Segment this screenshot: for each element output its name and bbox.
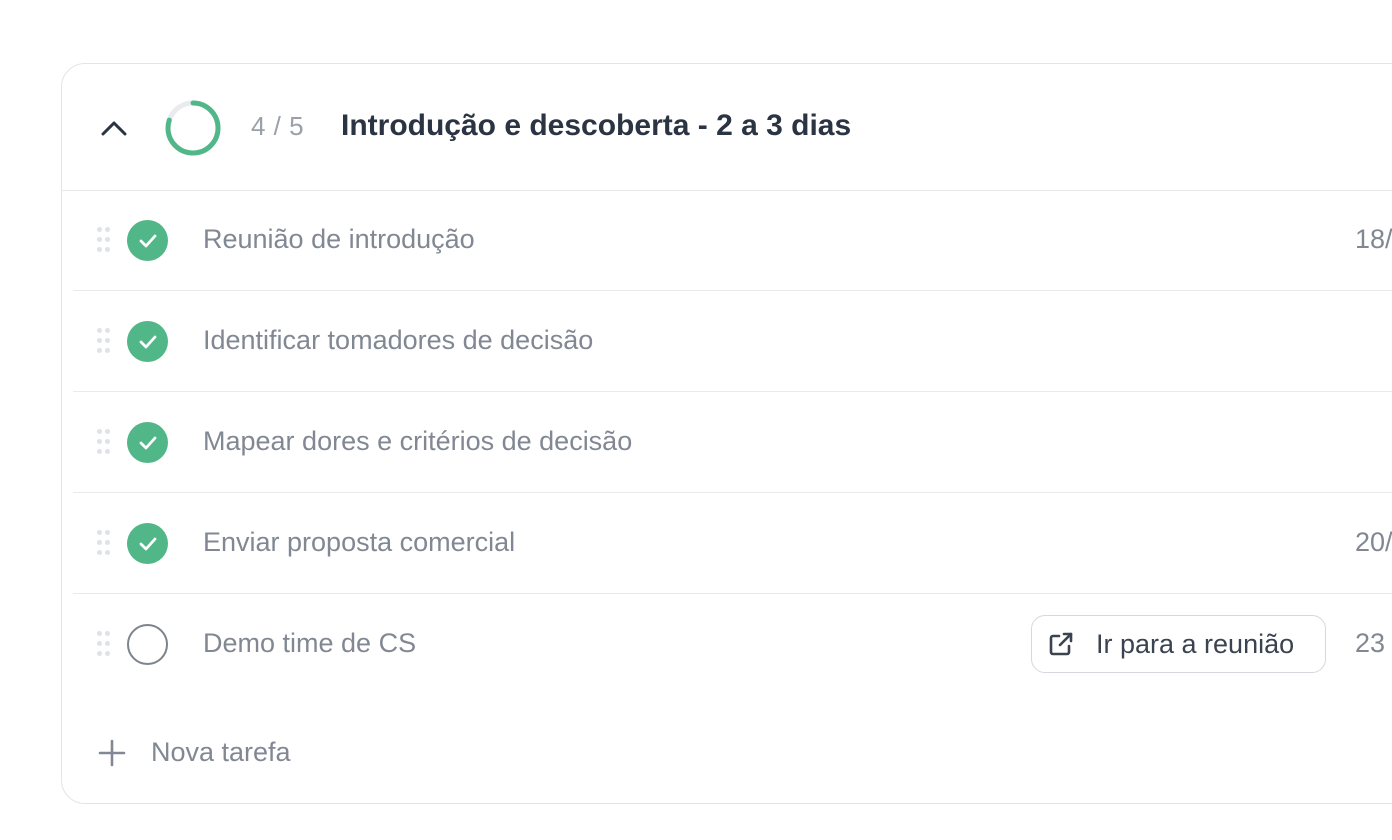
chevron-up-icon <box>101 121 127 136</box>
task-date: 23 <box>1355 628 1386 658</box>
task-checkbox[interactable] <box>127 422 168 463</box>
task-list: Reunião de introdução 18/ Identificar to… <box>73 190 1392 695</box>
checkmark-icon <box>139 234 156 247</box>
drag-handle-icon[interactable] <box>97 530 111 556</box>
task-row[interactable]: Identificar tomadores de decisão <box>73 291 1392 392</box>
task-checkbox[interactable] <box>127 321 168 362</box>
drag-handle-icon[interactable] <box>97 631 111 657</box>
go-to-meeting-label: Ir para a reunião <box>1096 629 1295 659</box>
drag-handle-icon[interactable] <box>97 429 111 455</box>
task-checkbox[interactable] <box>127 220 168 261</box>
checkmark-icon <box>139 335 156 348</box>
go-to-meeting-button[interactable]: Ir para a reunião <box>1031 615 1326 673</box>
task-row[interactable]: Demo time de CS Ir para a reunião 23 <box>73 594 1392 695</box>
task-checkbox[interactable] <box>127 624 168 665</box>
task-label: Demo time de CS <box>203 628 417 658</box>
progress-count: 4 / 5 <box>251 111 305 141</box>
plus-icon <box>98 739 126 767</box>
task-checkbox[interactable] <box>127 523 168 564</box>
task-row[interactable]: Mapear dores e critérios de decisão <box>73 392 1392 493</box>
drag-handle-icon[interactable] <box>97 227 111 253</box>
phase-title: Introdução e descoberta - 2 a 3 dias <box>341 109 852 142</box>
task-label: Reunião de introdução <box>203 224 475 254</box>
drag-handle-icon[interactable] <box>97 328 111 354</box>
phase-card: 4 / 5 Introdução e descoberta - 2 a 3 di… <box>61 63 1392 804</box>
task-label: Enviar proposta comercial <box>203 527 516 557</box>
phase-header: 4 / 5 Introdução e descoberta - 2 a 3 di… <box>62 64 1392 191</box>
progress-ring <box>165 100 221 156</box>
external-link-icon <box>1049 632 1073 656</box>
task-row[interactable]: Reunião de introdução 18/ <box>73 190 1392 291</box>
task-label: Identificar tomadores de decisão <box>203 325 594 355</box>
task-date: 18/ <box>1355 224 1392 254</box>
task-row[interactable]: Enviar proposta comercial 20/ <box>73 493 1392 594</box>
new-task-label: Nova tarefa <box>151 737 291 767</box>
collapse-button[interactable] <box>98 114 130 142</box>
checkmark-icon <box>139 537 156 550</box>
task-label: Mapear dores e critérios de decisão <box>203 426 633 456</box>
task-date: 20/ <box>1355 527 1392 557</box>
checkmark-icon <box>139 436 156 449</box>
